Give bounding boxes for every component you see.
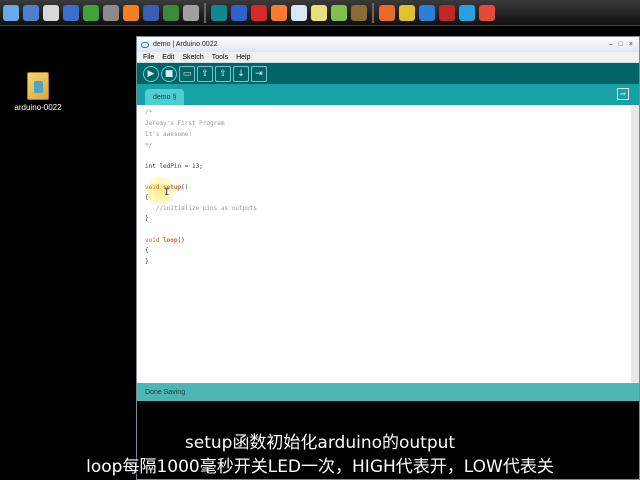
menu-edit[interactable]: Edit bbox=[162, 54, 174, 61]
p-icon[interactable] bbox=[231, 4, 247, 21]
code-line: { bbox=[145, 247, 149, 254]
desktop-folder-arduino[interactable]: arduino-0022 bbox=[14, 72, 62, 112]
arduino-logo-icon bbox=[141, 41, 149, 48]
code-line: { bbox=[145, 194, 149, 201]
code-editor[interactable]: /* Jeremy's First Program It's awesome! … bbox=[137, 105, 639, 383]
code-line: /* bbox=[145, 109, 153, 116]
open-button[interactable]: ⇪ bbox=[197, 65, 213, 82]
window-controls: – □ × bbox=[609, 41, 639, 48]
filezilla-icon[interactable] bbox=[439, 4, 455, 21]
new-button[interactable]: ▭ bbox=[179, 65, 195, 82]
stop-button[interactable]: ■ bbox=[161, 65, 177, 82]
title-bar: demo | Arduino 0022 – □ × bbox=[137, 37, 639, 52]
maximize-button[interactable]: □ bbox=[619, 41, 623, 48]
tab-bar: demo § ⇒ bbox=[137, 84, 639, 105]
subtitle-line-1: setup函数初始化arduino的output bbox=[184, 433, 456, 453]
subtitle-line-2: loop每隔1000毫秒开关LED一次，HIGH代表开，LOW代表关 bbox=[86, 457, 554, 477]
skype-icon[interactable] bbox=[459, 4, 475, 21]
code-line: */ bbox=[145, 142, 153, 149]
flag-icon[interactable] bbox=[83, 4, 99, 21]
envelope-icon[interactable] bbox=[291, 4, 307, 21]
verify-button[interactable]: ▶ bbox=[143, 65, 159, 82]
close-button[interactable]: × bbox=[629, 41, 633, 48]
menu-help[interactable]: Help bbox=[236, 54, 250, 61]
red-arrow-icon[interactable] bbox=[251, 4, 267, 21]
dash-icon[interactable] bbox=[271, 4, 287, 21]
menu-tools[interactable]: Tools bbox=[212, 54, 228, 61]
code-line-loop: void loop() bbox=[145, 237, 185, 244]
minimize-button[interactable]: – bbox=[609, 41, 613, 48]
code-line: } bbox=[145, 258, 149, 265]
code-line: int ledPin = 13; bbox=[145, 163, 203, 170]
code-line: Jeremy's First Program bbox=[145, 120, 225, 127]
save-button[interactable]: ⇧ bbox=[215, 65, 231, 82]
window-title: demo | Arduino 0022 bbox=[153, 41, 218, 48]
toolbar: ▶ ■ ▭ ⇪ ⇧ ↓ ⇥ bbox=[137, 63, 639, 84]
network-tool-icon[interactable] bbox=[311, 4, 327, 21]
folder-icon bbox=[27, 72, 49, 100]
menu-bar: File Edit Sketch Tools Help bbox=[137, 52, 639, 63]
gmail-icon[interactable] bbox=[479, 4, 495, 21]
taskbar-separator bbox=[372, 2, 374, 23]
image-icon[interactable] bbox=[143, 4, 159, 21]
status-text: Done Saving bbox=[145, 388, 186, 396]
desktop-icon-label: arduino-0022 bbox=[14, 103, 62, 112]
tab-demo[interactable]: demo § bbox=[145, 89, 185, 105]
code-line-comment: //initialize pins as outputs bbox=[145, 205, 257, 212]
tab-menu-button[interactable]: ⇒ bbox=[617, 88, 629, 100]
puzzle-icon[interactable] bbox=[331, 4, 347, 21]
window-icon[interactable] bbox=[23, 4, 39, 21]
monitor-icon[interactable] bbox=[43, 4, 59, 21]
firefox-icon[interactable] bbox=[379, 4, 395, 21]
cube-icon[interactable] bbox=[351, 4, 367, 21]
globe-icon[interactable] bbox=[163, 4, 179, 21]
chrome-icon[interactable] bbox=[399, 4, 415, 21]
text-cursor-icon: I bbox=[164, 188, 170, 198]
network-icon[interactable] bbox=[63, 4, 79, 21]
status-bar: Done Saving bbox=[137, 383, 639, 401]
computer-icon[interactable] bbox=[3, 4, 19, 21]
code-line: It's awesome! bbox=[145, 131, 192, 138]
menu-file[interactable]: File bbox=[143, 54, 154, 61]
taskbar bbox=[0, 0, 640, 26]
settings-icon[interactable] bbox=[103, 4, 119, 21]
vlc-icon[interactable] bbox=[123, 4, 139, 21]
upload-button[interactable]: ↓ bbox=[233, 65, 249, 82]
function-name: loop bbox=[163, 237, 178, 244]
taskbar-separator bbox=[204, 2, 206, 23]
tools-icon[interactable] bbox=[183, 4, 199, 21]
arduino-window: demo | Arduino 0022 – □ × File Edit Sket… bbox=[136, 36, 640, 480]
menu-sketch[interactable]: Sketch bbox=[182, 54, 203, 61]
code-line: } bbox=[145, 215, 149, 222]
serial-monitor-button[interactable]: ⇥ bbox=[251, 65, 267, 82]
ie-icon[interactable] bbox=[419, 4, 435, 21]
arduino-icon[interactable] bbox=[211, 4, 227, 21]
